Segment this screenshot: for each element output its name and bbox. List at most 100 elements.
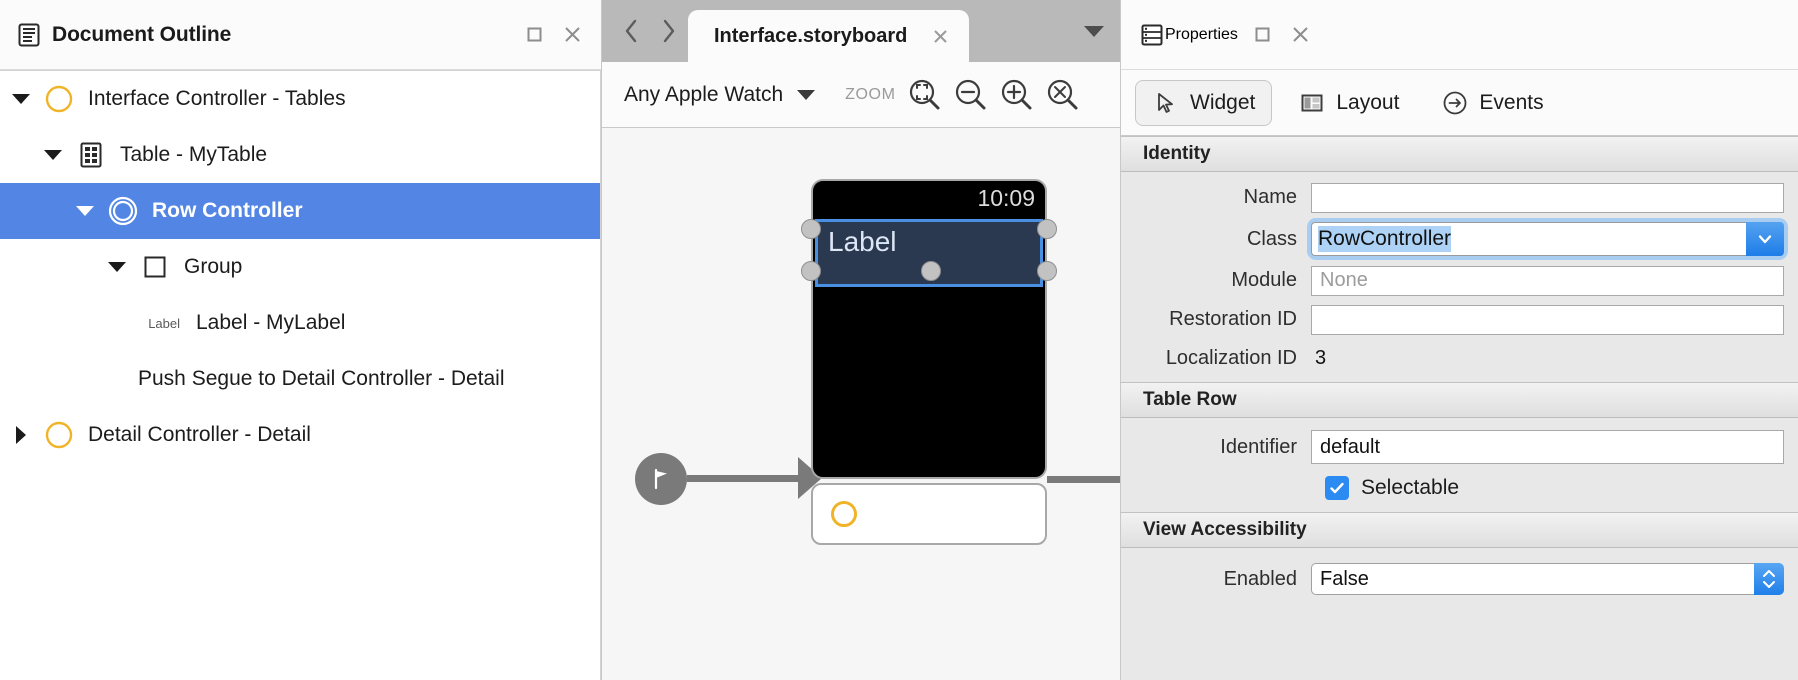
cursor-arrow-icon	[1152, 89, 1180, 117]
tree-item-table[interactable]: Table - MyTable	[0, 127, 600, 183]
entry-point-flag-icon[interactable]	[635, 453, 687, 505]
class-combobox[interactable]: RowController	[1311, 222, 1784, 256]
field-row-name: Name	[1121, 178, 1798, 217]
disclosure-triangle[interactable]	[106, 256, 128, 278]
field-row-selectable[interactable]: Selectable	[1121, 468, 1798, 508]
name-input[interactable]	[1311, 182, 1784, 213]
layout-panes-icon	[1298, 89, 1326, 117]
tree-item-group[interactable]: Group	[0, 239, 600, 295]
resize-handle-left-bottom[interactable]	[801, 261, 821, 281]
label-widget-text: Label	[828, 226, 897, 257]
document-outline-panel: Document Outline Interface Controller - …	[0, 0, 601, 680]
field-label: Module	[1231, 269, 1297, 291]
field-label: Identifier	[1220, 435, 1297, 458]
outline-tree[interactable]: Interface Controller - Tables Table - My…	[0, 70, 601, 680]
back-icon[interactable]	[612, 9, 650, 53]
properties-tabbar: Widget Layout Events	[1121, 70, 1798, 136]
storyboard-canvas[interactable]: 10:09 Label	[602, 128, 1120, 680]
disclosure-triangle[interactable]	[10, 88, 32, 110]
disclosure-triangle[interactable]	[42, 144, 64, 166]
tab-layout[interactable]: Layout	[1282, 80, 1415, 126]
field-row-restoration-id: Restoration ID	[1121, 300, 1798, 339]
watch-status-time: 10:09	[977, 185, 1035, 211]
panel-title: Properties	[1165, 25, 1238, 43]
tab-close-icon[interactable]	[929, 25, 951, 47]
tab-label: Events	[1479, 90, 1544, 114]
zoom-out-icon[interactable]	[948, 72, 994, 118]
tab-widget[interactable]: Widget	[1135, 79, 1273, 126]
tree-item-push-segue[interactable]: Push Segue to Detail Controller - Detail	[0, 351, 600, 407]
watchkit-storyboard-editor: Document Outline Interface Controller - …	[0, 0, 1798, 680]
localization-id-value: 3	[1315, 347, 1327, 369]
storyboard-editor-panel: Interface.storyboard Any Apple Watch ZOO…	[601, 0, 1121, 680]
forward-icon[interactable]	[650, 9, 688, 53]
close-icon[interactable]	[1288, 22, 1314, 48]
selectable-checkbox[interactable]	[1325, 476, 1349, 500]
tree-item-interface-controller[interactable]: Interface Controller - Tables	[0, 71, 600, 127]
disclosure-triangle[interactable]	[10, 424, 32, 446]
tree-item-label: Detail Controller - Detail	[88, 423, 311, 446]
controller-circle-icon	[42, 82, 76, 116]
stepper-buttons[interactable]	[1754, 563, 1784, 595]
maximize-button[interactable]	[521, 22, 547, 48]
tab-events[interactable]: Events	[1425, 80, 1559, 126]
field-row-enabled: Enabled False	[1121, 558, 1798, 600]
watch-scene-interface-controller[interactable]: 10:09 Label	[801, 179, 1057, 479]
controller-circle-icon	[831, 501, 857, 527]
enabled-stepper[interactable]: False	[1311, 563, 1784, 595]
disclosure-triangle[interactable]	[74, 200, 96, 222]
editor-tabstrip: Interface.storyboard	[602, 0, 1120, 62]
group-square-icon	[138, 250, 172, 284]
entry-segue-line	[687, 475, 813, 482]
navigation-buttons	[602, 0, 688, 62]
device-selector[interactable]: Any Apple Watch	[624, 83, 816, 107]
tree-item-label: Label - MyLabel	[196, 311, 346, 334]
tab-interface-storyboard[interactable]: Interface.storyboard	[688, 10, 970, 62]
properties-body: Identity Name Class RowController Module…	[1121, 136, 1798, 680]
zoom-actual-size-icon[interactable]	[1040, 72, 1086, 118]
resize-handle-right-top[interactable]	[1037, 219, 1057, 239]
tab-label: Widget	[1190, 90, 1256, 114]
tree-item-label: Group	[184, 255, 243, 278]
zoom-in-icon[interactable]	[994, 72, 1040, 118]
field-label: Restoration ID	[1169, 308, 1297, 330]
resize-handle-left-top[interactable]	[801, 219, 821, 239]
tree-item-label-mylabel[interactable]: Label Label - MyLabel	[0, 295, 600, 351]
resize-handle-bottom-center[interactable]	[921, 261, 941, 281]
class-dropdown-button[interactable]	[1746, 222, 1784, 256]
identifier-input[interactable]: default	[1311, 430, 1784, 464]
class-input[interactable]: RowController	[1311, 222, 1746, 256]
section-header-view-accessibility: View Accessibility	[1121, 512, 1798, 548]
tab-label: Interface.storyboard	[714, 24, 908, 47]
panel-title: Document Outline	[52, 22, 232, 46]
zoom-label: ZOOM	[845, 85, 896, 103]
properties-panel: Properties Widget Layout Events Identity…	[1121, 0, 1798, 680]
section-header-identity: Identity	[1121, 136, 1798, 172]
detail-controller-scene[interactable]	[811, 483, 1047, 545]
canvas-toolbar: Any Apple Watch ZOOM	[602, 62, 1120, 128]
module-input[interactable]: None	[1311, 265, 1784, 296]
field-row-identifier: Identifier default	[1121, 426, 1798, 468]
outgoing-segue-line	[1047, 476, 1120, 483]
zoom-fit-selection-icon[interactable]	[902, 72, 948, 118]
maximize-button[interactable]	[1250, 22, 1276, 48]
tree-item-label: Push Segue to Detail Controller - Detail	[138, 367, 505, 390]
tree-item-label: Table - MyTable	[120, 143, 268, 166]
document-outline-header: Document Outline	[0, 0, 601, 70]
label-text-icon: Label	[148, 315, 180, 331]
tree-item-detail-controller[interactable]: Detail Controller - Detail	[0, 407, 600, 463]
resize-handle-right-bottom[interactable]	[1037, 261, 1057, 281]
row-controller-icon	[106, 194, 140, 228]
tabstrip-spacer	[969, 0, 1068, 62]
tree-item-label: Row Controller	[152, 199, 303, 222]
field-label: Localization ID	[1165, 347, 1297, 369]
tree-item-label: Interface Controller - Tables	[88, 87, 346, 110]
restoration-id-input[interactable]	[1311, 304, 1784, 335]
tab-label: Layout	[1336, 90, 1400, 114]
field-label: Enabled	[1223, 567, 1297, 590]
close-icon[interactable]	[559, 22, 585, 48]
enabled-value[interactable]: False	[1311, 563, 1754, 595]
tabstrip-menu-icon[interactable]	[1068, 0, 1120, 62]
tree-item-row-controller[interactable]: Row Controller	[0, 183, 600, 239]
